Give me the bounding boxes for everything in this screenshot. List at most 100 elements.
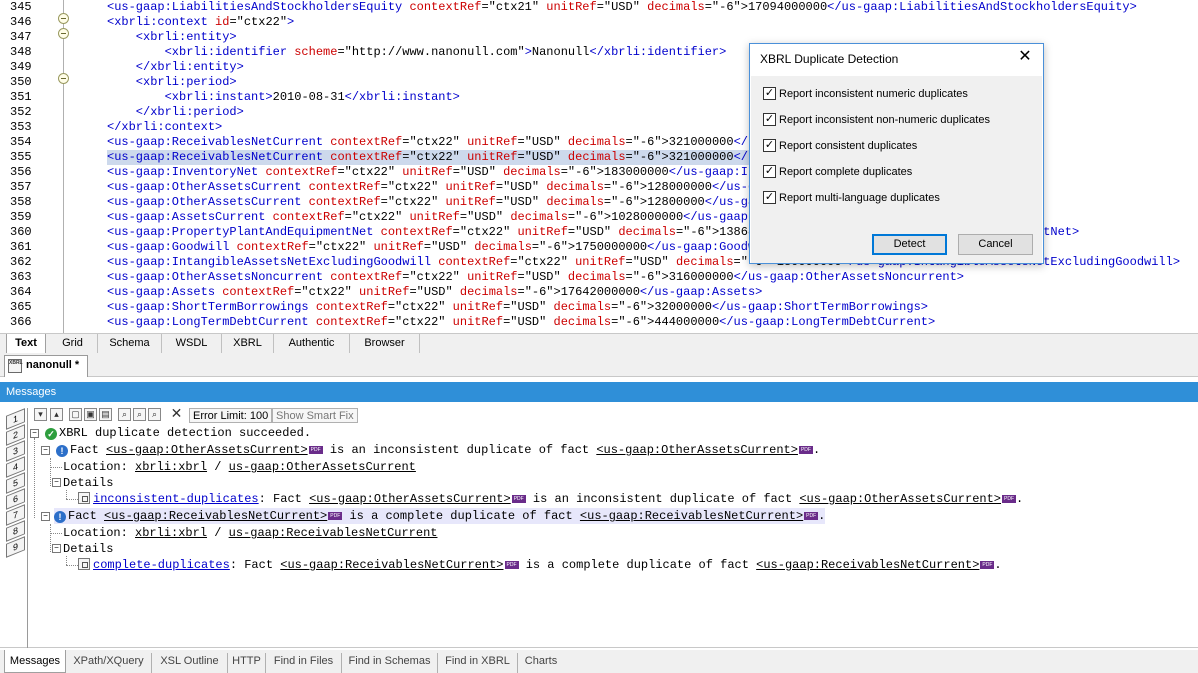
find-previous-icon[interactable]: ⌕ [148,408,161,421]
message-summary[interactable]: ✓ XBRL duplicate detection succeeded. [45,425,311,441]
tab-authentic[interactable]: Authentic [274,334,350,354]
code-line[interactable]: 365 <us-gaap:ShortTermBorrowings contextR… [0,300,1198,315]
detail-message[interactable]: inconsistent-duplicates: Fact <us-gaap:O… [78,491,1023,507]
fact-link[interactable]: <us-gaap:ReceivablesNetCurrent> [580,509,803,523]
xml-value: ="-6">32000000 [611,300,712,314]
detect-button[interactable]: Detect [872,234,947,255]
line-number: 352 [10,105,32,119]
xml-value: ="ctx22" [402,150,468,164]
fact-link[interactable]: <us-gaap:ReceivablesNetCurrent> [104,509,327,523]
tab-text[interactable]: Text [6,334,46,354]
collapse-icon[interactable]: − [52,544,61,553]
tab-grid[interactable]: Grid [48,334,98,354]
tab-browser[interactable]: Browser [350,334,420,354]
collapse-icon[interactable]: − [52,478,61,487]
show-smart-fix-button[interactable]: Show Smart Fix [272,408,358,423]
pdf-icon[interactable]: PDF [804,512,819,520]
message-item-selected[interactable]: ! Fact <us-gaap:ReceivablesNetCurrent> PDF… [54,508,826,524]
spec-link[interactable]: complete-duplicates [93,558,230,572]
checkbox-checked-icon[interactable]: ✓ [763,191,776,204]
output-window-tabs: Messages XPath/XQuery XSL Outline HTTP F… [0,650,1198,673]
xml-attribute: contextRef [315,315,388,329]
fact-link[interactable]: <us-gaap:OtherAssetsCurrent> [596,443,798,457]
location-link[interactable]: us-gaap:ReceivablesNetCurrent [229,526,438,540]
fact-link[interactable]: <us-gaap:OtherAssetsCurrent> [309,492,511,506]
checkbox-checked-icon[interactable]: ✓ [763,87,776,100]
close-icon[interactable]: ✕ [1015,48,1035,66]
location-link[interactable]: xbrli:xbrl [135,460,207,474]
fact-link[interactable]: <us-gaap:OtherAssetsCurrent> [106,443,308,457]
pdf-icon[interactable]: PDF [798,446,813,454]
xml-value: ="USD" [409,285,460,299]
xml-value: ="ctx22" [229,15,288,29]
fold-toggle-icon[interactable] [58,13,69,24]
code-text: <xbrli:entity> [107,30,237,45]
messages-window-title: Messages [0,382,1198,402]
pdf-icon[interactable]: PDF [328,512,343,520]
tab-charts[interactable]: Charts [518,653,564,673]
fact-link[interactable]: <us-gaap:ReceivablesNetCurrent> [280,558,503,572]
fold-toggle-icon[interactable] [58,73,69,84]
fold-toggle-icon[interactable] [58,28,69,39]
line-number: 348 [10,45,32,59]
tab-find-in-files[interactable]: Find in Files [266,653,342,673]
pdf-icon[interactable]: PDF [980,561,995,569]
code-line[interactable]: 345 <us-gaap:LiabilitiesAndStockholdersEq… [0,0,1198,15]
pdf-icon[interactable]: PDF [1002,495,1016,503]
pdf-icon[interactable]: PDF [511,495,526,503]
location-link[interactable]: xbrli:xbrl [135,526,207,540]
collapse-icon[interactable]: − [30,429,39,438]
code-line[interactable]: 346 <xbrli:context id="ctx22"> [0,15,1198,30]
copy-all-icon[interactable]: ▤ [99,408,112,421]
code-line[interactable]: 364 <us-gaap:Assets contextRef="ctx22" un… [0,285,1198,300]
message-end: . [818,509,826,523]
previous-message-icon[interactable]: ▴ [50,408,63,421]
tab-find-in-xbrl[interactable]: Find in XBRL [438,653,518,673]
error-limit-button[interactable]: Error Limit: 100 [189,408,273,423]
find-icon[interactable]: ⌕ [118,408,131,421]
copy-message-icon[interactable]: ▢ [69,408,82,421]
clear-icon[interactable]: ✕ [170,406,183,421]
tab-xbrl[interactable]: XBRL [222,334,274,354]
fact-link[interactable]: <us-gaap:ReceivablesNetCurrent> [756,558,979,572]
collapse-icon[interactable]: − [41,446,50,455]
location-link[interactable]: us-gaap:OtherAssetsCurrent [229,460,416,474]
checkbox-checked-icon[interactable]: ✓ [763,165,776,178]
next-message-icon[interactable]: ▾ [34,408,47,421]
xml-value: ="ctx22" [387,300,453,314]
xml-attribute: contextRef [236,240,309,254]
checkbox-checked-icon[interactable]: ✓ [763,113,776,126]
xml-value: ="ctx22" [308,240,374,254]
tab-xsl-outline[interactable]: XSL Outline [152,653,228,673]
code-line[interactable]: 366 <us-gaap:LongTermDebtCurrent contextR… [0,315,1198,330]
xml-value: ="ctx22" [402,135,468,149]
details-node[interactable]: Details [63,541,113,557]
xml-attribute: decimals [567,135,626,149]
xml-value: ="http://www.nanonull.com" [337,45,525,59]
detail-message[interactable]: complete-duplicates: Fact <us-gaap:Recei… [78,557,1002,573]
fact-word: Fact [70,443,99,457]
collapse-icon[interactable]: − [41,512,50,521]
fact-link[interactable]: <us-gaap:OtherAssetsCurrent> [799,492,1001,506]
message-item[interactable]: ! Fact <us-gaap:OtherAssetsCurrent> PDF is… [56,442,820,458]
copy-children-icon[interactable]: ▣ [84,408,97,421]
tab-schema[interactable]: Schema [98,334,162,354]
tab-xpath-xquery[interactable]: XPath/XQuery [66,653,152,673]
pdf-icon[interactable]: PDF [308,446,323,454]
find-next-icon[interactable]: ⌕ [133,408,146,421]
duplicate-detection-dialog: XBRL Duplicate Detection ✕ ✓ Report inco… [749,43,1044,264]
xml-attribute: decimals [567,270,626,284]
spec-link[interactable]: inconsistent-duplicates [93,492,259,506]
code-line[interactable]: 363 <us-gaap:OtherAssetsNoncurrent contex… [0,270,1198,285]
tab-wsdl[interactable]: WSDL [162,334,222,354]
tab-http[interactable]: HTTP [228,653,266,673]
details-node[interactable]: Details [63,475,113,491]
tab-messages[interactable]: Messages [4,650,66,673]
cancel-button[interactable]: Cancel [958,234,1033,255]
pdf-icon[interactable]: PDF [504,561,519,569]
document-tab[interactable]: XBRL nanonull * [4,355,88,377]
xml-value: ="USD" [503,300,554,314]
code-text: <us-gaap:ShortTermBorrowings contextRef=… [107,300,928,315]
checkbox-checked-icon[interactable]: ✓ [763,139,776,152]
tab-find-in-schemas[interactable]: Find in Schemas [342,653,438,673]
